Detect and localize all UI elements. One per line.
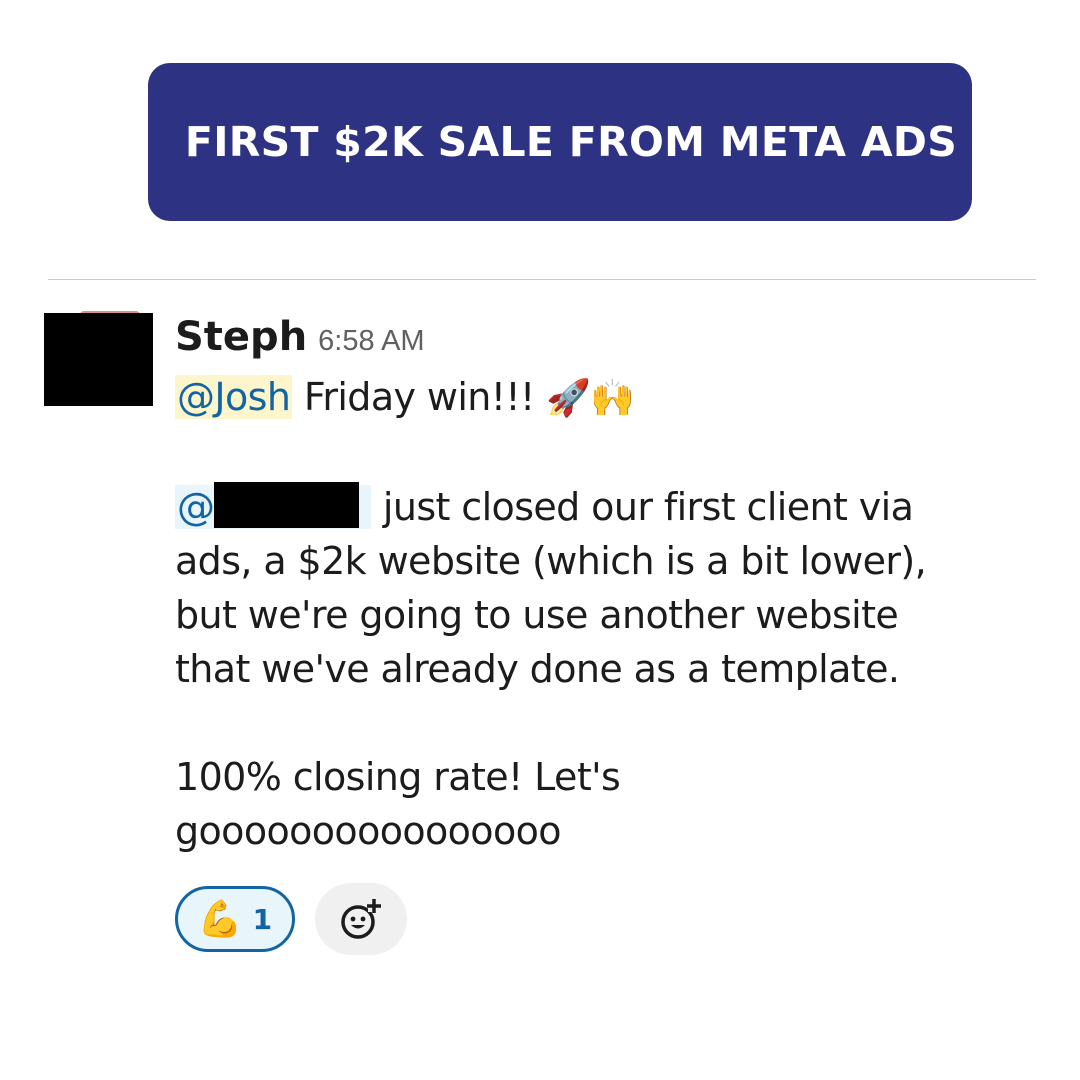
rocket-raised-hands-emoji: 🚀🙌 (546, 378, 635, 419)
mention-prefix: @ (177, 485, 215, 529)
message-text: just closed our first client via (371, 485, 914, 529)
message-line: 100% closing rate! Let's (175, 755, 621, 799)
mention-redacted[interactable]: @ (175, 482, 372, 529)
title-banner: FIRST $2K SALE FROM META ADS (148, 63, 972, 221)
message-line: goooooooooooooooo (175, 809, 562, 853)
message: Steph 6:58 AM @Josh Friday win!!! 🚀🙌 @ j… (175, 314, 1055, 858)
redacted-name (214, 482, 360, 528)
message-line: but we're going to use another website (175, 593, 899, 637)
message-timestamp[interactable]: 6:58 AM (318, 325, 424, 358)
message-header: Steph 6:58 AM (175, 314, 1055, 370)
divider (48, 279, 1036, 280)
add-emoji-icon (341, 899, 381, 939)
message-line: that we've already done as a template. (175, 647, 900, 691)
avatar[interactable] (44, 313, 153, 406)
reactions-bar: 💪 1 (175, 883, 407, 955)
sender-name[interactable]: Steph (175, 314, 307, 360)
flexed-biceps-emoji: 💪 (197, 898, 243, 939)
message-line: @Josh Friday win!!! 🚀🙌 (175, 370, 1055, 426)
add-reaction-button[interactable] (315, 883, 407, 955)
mention-josh[interactable]: @Josh (175, 375, 293, 419)
message-body: @Josh Friday win!!! 🚀🙌 @ just closed our… (175, 370, 1055, 858)
reaction-flexed-biceps[interactable]: 💪 1 (175, 886, 295, 952)
reaction-count: 1 (252, 902, 273, 936)
banner-title: FIRST $2K SALE FROM META ADS (184, 118, 958, 166)
message-line: @ just closed our first client via (175, 480, 1055, 534)
message-line: ads, a $2k website (which is a bit lower… (175, 539, 927, 583)
message-text: Friday win!!! (292, 375, 547, 419)
